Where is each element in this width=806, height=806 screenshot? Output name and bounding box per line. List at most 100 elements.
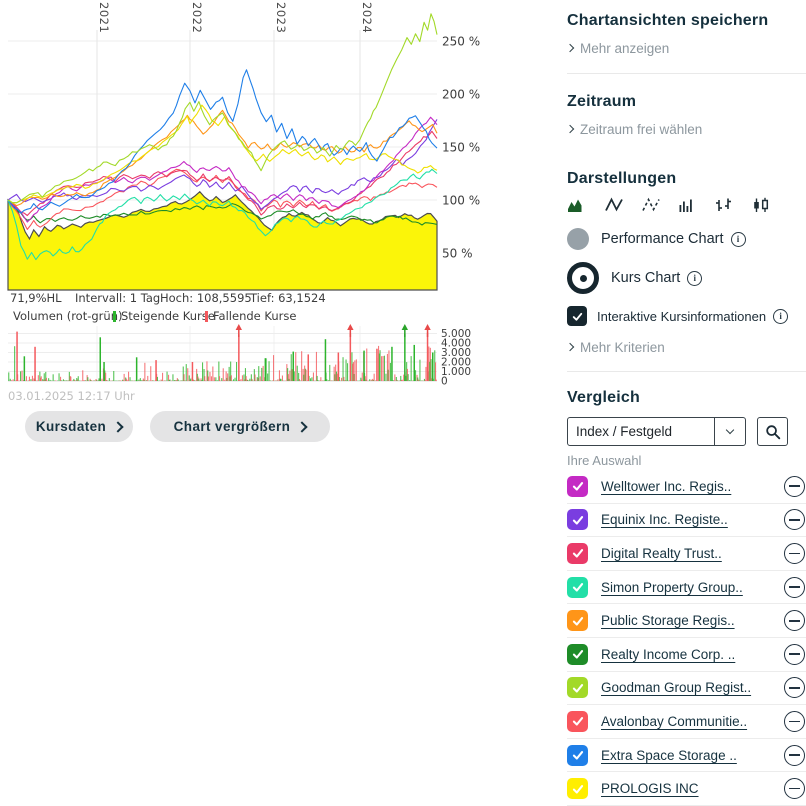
svg-text:2024: 2024 — [360, 2, 374, 33]
interactive-info-label: Interaktive Kursinformationen — [597, 309, 766, 324]
performance-chart-radio[interactable] — [567, 228, 589, 250]
bar-chart-icon[interactable] — [678, 196, 701, 213]
list-item: Avalonbay Communitie.. — [567, 705, 806, 739]
list-item: Goodman Group Regist.. — [567, 672, 806, 706]
series-checkbox[interactable] — [567, 509, 588, 530]
performance-chart-label: Performance Chart — [601, 231, 724, 247]
series-link[interactable]: Digital Realty Trust.. — [601, 546, 722, 561]
hl-value: 71,9%HL — [10, 291, 62, 305]
free-period-link[interactable]: Zeitraum frei wählen — [567, 122, 806, 137]
svg-text:250 %: 250 % — [442, 35, 480, 49]
list-item: Welltower Inc. Regis.. — [567, 470, 806, 504]
search-icon — [765, 424, 781, 440]
series-link[interactable]: Realty Income Corp. .. — [601, 647, 735, 662]
low-value: Tief: 63,1524 — [250, 291, 326, 305]
remove-series-icon[interactable] — [784, 610, 805, 631]
selection-label: Ihre Auswahl — [567, 453, 806, 468]
remove-series-icon[interactable] — [784, 543, 805, 564]
kursdaten-button-label: Kursdaten — [36, 419, 106, 434]
down-volume-label: Fallende Kurse — [213, 309, 296, 323]
vergleich-title: Vergleich — [567, 389, 806, 407]
volume-legend-title: Volumen (rot-grün) — [13, 309, 122, 323]
series-link[interactable]: Welltower Inc. Regis.. — [601, 479, 731, 494]
svg-text:50 %: 50 % — [442, 247, 473, 261]
comparison-category-dropdown[interactable]: Index / Festgeld — [567, 417, 746, 446]
candlestick-chart-icon[interactable] — [752, 196, 775, 213]
kursdaten-button[interactable]: Kursdaten — [25, 411, 133, 442]
kurs-chart-label: Kurs Chart — [611, 270, 680, 286]
area-chart-icon[interactable] — [567, 196, 590, 213]
svg-text:2021: 2021 — [97, 2, 111, 33]
series-checkbox[interactable] — [567, 644, 588, 665]
series-link[interactable]: Simon Property Group.. — [601, 580, 743, 595]
series-link[interactable]: Equinix Inc. Registe.. — [601, 512, 728, 527]
list-item: Extra Space Storage .. — [567, 739, 806, 773]
info-icon[interactable]: i — [687, 271, 702, 286]
remove-series-icon[interactable] — [784, 476, 805, 497]
info-icon[interactable]: i — [773, 309, 788, 324]
remove-series-icon[interactable] — [784, 577, 805, 598]
dashed-line-chart-icon[interactable] — [641, 196, 664, 213]
svg-text:150 %: 150 % — [442, 141, 480, 155]
comparison-controls: Index / Festgeld — [567, 417, 806, 446]
dropdown-toggle[interactable] — [714, 418, 745, 445]
divider — [567, 371, 806, 372]
info-icon[interactable]: i — [731, 232, 746, 247]
series-checkbox[interactable] — [567, 577, 588, 598]
chart-enlarge-button-label: Chart vergrößern — [174, 419, 291, 434]
line-chart-icon[interactable] — [604, 196, 627, 213]
series-checkbox[interactable] — [567, 476, 588, 497]
series-link[interactable]: PROLOGIS INC — [601, 781, 699, 796]
list-item: Digital Realty Trust.. — [567, 537, 806, 571]
series-link[interactable]: Public Storage Regis.. — [601, 613, 735, 628]
comparison-search-button[interactable] — [757, 417, 788, 446]
list-item: Realty Income Corp. .. — [567, 638, 806, 672]
option-performance-chart: Performance Chart i — [567, 228, 806, 250]
remove-series-icon[interactable] — [784, 745, 805, 766]
remove-series-icon[interactable] — [784, 644, 805, 665]
svg-text:0: 0 — [441, 376, 448, 388]
interval-value: Intervall: 1 Tag — [75, 291, 160, 305]
series-checkbox[interactable] — [567, 543, 588, 564]
save-views-title: Chartansichten speichern — [567, 12, 806, 30]
interactive-info-checkbox[interactable] — [567, 306, 587, 326]
chevron-right-icon — [297, 421, 308, 432]
series-link[interactable]: Goodman Group Regist.. — [601, 680, 751, 695]
up-volume-label: Steigende Kurse — [121, 309, 215, 323]
kurs-chart-radio[interactable] — [567, 262, 599, 294]
option-interactive-info: Interaktive Kursinformationen i — [567, 306, 806, 326]
chart-settings-sidebar: Chartansichten speichern Mehr anzeigen Z… — [567, 0, 806, 806]
chart-module: 2021202220232024250 %200 %150 %100 %50 %… — [0, 0, 806, 750]
performance-chart[interactable]: 2021202220232024250 %200 %150 %100 %50 % — [0, 0, 480, 306]
high-value: Hoch: 108,5595 — [160, 291, 252, 305]
comparison-list: Welltower Inc. Regis.. Equinix Inc. Regi… — [567, 470, 806, 806]
series-checkbox[interactable] — [567, 610, 588, 631]
list-item: Public Storage Regis.. — [567, 604, 806, 638]
more-criteria-link[interactable]: Mehr Kriterien — [567, 340, 806, 355]
list-item: PROLOGIS INC — [567, 772, 806, 806]
list-item: Simon Property Group.. — [567, 571, 806, 605]
remove-series-icon[interactable] — [784, 677, 805, 698]
list-item: Equinix Inc. Registe.. — [567, 504, 806, 538]
down-volume-mark-icon — [205, 311, 208, 322]
chevron-right-icon — [113, 421, 124, 432]
volume-chart[interactable]: 5.0004.0003.0002.0001.0000 — [0, 322, 480, 388]
svg-text:2023: 2023 — [274, 2, 288, 33]
ohlc-chart-icon[interactable] — [715, 196, 738, 213]
series-checkbox[interactable] — [567, 677, 588, 698]
remove-series-icon[interactable] — [784, 778, 805, 799]
remove-series-icon[interactable] — [784, 711, 805, 732]
chevron-right-icon — [566, 124, 574, 132]
divider — [567, 73, 806, 74]
dropdown-value: Index / Festgeld — [568, 424, 714, 439]
option-kurs-chart: Kurs Chart i — [567, 262, 806, 294]
remove-series-icon[interactable] — [784, 509, 805, 530]
show-more-link[interactable]: Mehr anzeigen — [567, 41, 806, 56]
series-checkbox[interactable] — [567, 778, 588, 799]
series-link[interactable]: Avalonbay Communitie.. — [601, 714, 747, 729]
svg-text:200 %: 200 % — [442, 88, 480, 102]
chart-enlarge-button[interactable]: Chart vergrößern — [150, 411, 330, 442]
series-checkbox[interactable] — [567, 711, 588, 732]
series-checkbox[interactable] — [567, 745, 588, 766]
chart-timestamp: 03.01.2025 12:17 Uhr — [8, 389, 135, 403]
